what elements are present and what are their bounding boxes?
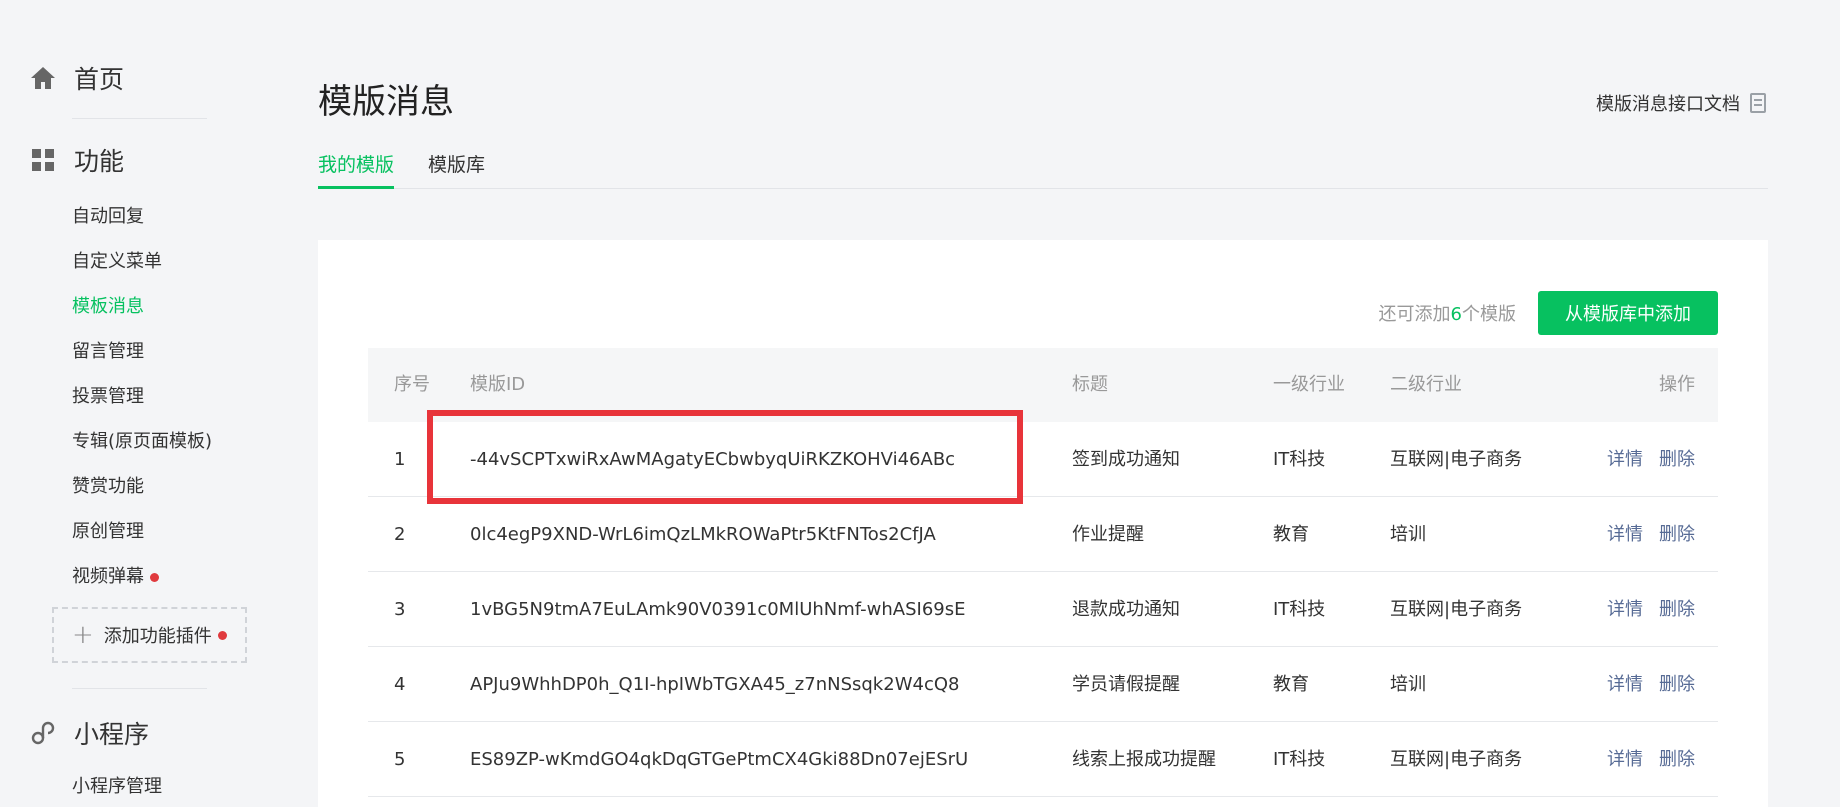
header-industry2: 二级行业 — [1390, 374, 1462, 395]
row-template-id: APJu9WhhDP0h_Q1I-hpIWbTGXA45_z7nNSsqk2W4… — [470, 674, 960, 695]
delete-link[interactable]: 删除 — [1659, 647, 1695, 722]
row-index: 1 — [394, 449, 406, 470]
sidebar-item-video-danmaku[interactable]: 视频弹幕 — [72, 562, 159, 588]
row-industry1: IT科技 — [1273, 599, 1326, 620]
row-template-id: ES89ZP-wKmdGO4qkDqGTGePtmCX4Gki88Dn07ejE… — [470, 749, 969, 770]
table-row: 2 0lc4egP9XND-WrL6imQzLMkROWaPtr5KtFNTos… — [368, 497, 1718, 572]
detail-link[interactable]: 详情 — [1607, 497, 1643, 572]
link-icon — [28, 720, 58, 746]
quota-count: 6 — [1450, 304, 1462, 325]
row-industry1: IT科技 — [1273, 749, 1326, 770]
row-industry2: 互联网|电子商务 — [1390, 599, 1523, 620]
grid-icon — [28, 149, 58, 171]
document-icon — [1750, 93, 1766, 113]
nav-miniprogram[interactable]: 小程序 — [28, 715, 149, 751]
header-template-id: 模版ID — [470, 374, 526, 395]
add-from-library-button[interactable]: 从模版库中添加 — [1538, 291, 1718, 335]
sidebar-item-reward[interactable]: 赞赏功能 — [72, 472, 144, 498]
home-icon — [28, 66, 58, 90]
row-template-id: 1vBG5N9tmA7EuLAmk90V0391c0MlUhNmf-whASI6… — [470, 599, 966, 620]
row-industry2: 互联网|电子商务 — [1390, 749, 1523, 770]
sidebar: 首页 功能 自动回复 自定义菜单 模板消息 留言管理 投票管理 专辑(原页面模板… — [0, 0, 270, 807]
row-industry2: 互联网|电子商务 — [1390, 449, 1523, 470]
quota-text: 还可添加6个模版 — [1379, 300, 1516, 326]
row-template-id: -44vSCPTxwiRxAwMAgatyECbwbyqUiRKZKOHVi46… — [470, 449, 956, 470]
row-industry1: 教育 — [1273, 524, 1309, 545]
row-industry2: 培训 — [1390, 524, 1426, 545]
delete-link[interactable]: 删除 — [1659, 722, 1695, 797]
quota-suffix: 个模版 — [1462, 304, 1516, 325]
table-row: 1 -44vSCPTxwiRxAwMAgatyECbwbyqUiRKZKOHVi… — [368, 422, 1718, 497]
doc-link[interactable]: 模版消息接口文档 — [1596, 90, 1766, 116]
sidebar-item-custom-menu[interactable]: 自定义菜单 — [72, 247, 162, 273]
row-title: 签到成功通知 — [1072, 449, 1180, 470]
nav-features-label: 功能 — [74, 147, 125, 176]
sidebar-item-auto-reply[interactable]: 自动回复 — [72, 202, 144, 228]
sidebar-item-original[interactable]: 原创管理 — [72, 517, 144, 543]
sidebar-item-template-message[interactable]: 模板消息 — [72, 292, 144, 318]
detail-link[interactable]: 详情 — [1607, 647, 1643, 722]
delete-link[interactable]: 删除 — [1659, 422, 1695, 497]
row-title: 作业提醒 — [1072, 524, 1144, 545]
add-plugin-label: 添加功能插件 — [103, 626, 212, 647]
detail-link[interactable]: 详情 — [1607, 422, 1643, 497]
nav-home[interactable]: 首页 — [28, 60, 124, 96]
table-row: 5 ES89ZP-wKmdGO4qkDqGTGePtmCX4Gki88Dn07e… — [368, 722, 1718, 797]
header-index: 序号 — [394, 374, 430, 395]
row-title: 退款成功通知 — [1072, 599, 1180, 620]
detail-link[interactable]: 详情 — [1607, 722, 1643, 797]
template-table: 序号 模版ID 标题 一级行业 二级行业 操作 1 -44vSCPTxwiRxA… — [368, 348, 1718, 797]
row-industry2: 培训 — [1390, 674, 1426, 695]
template-card: 还可添加6个模版 从模版库中添加 序号 模版ID 标题 一级行业 二级行业 操作… — [318, 240, 1768, 807]
nav-home-label: 首页 — [74, 65, 125, 94]
sidebar-item-video-danmaku-label: 视频弹幕 — [72, 566, 144, 587]
header-industry1: 一级行业 — [1273, 374, 1345, 395]
page-title: 模版消息 — [318, 82, 454, 122]
add-plugin-button[interactable]: + 添加功能插件 — [52, 607, 247, 663]
row-index: 5 — [394, 749, 406, 770]
quota-prefix: 还可添加 — [1378, 304, 1451, 325]
sidebar-item-comment-management[interactable]: 留言管理 — [72, 337, 144, 363]
header-title: 标题 — [1072, 374, 1108, 395]
delete-link[interactable]: 删除 — [1659, 497, 1695, 572]
row-title: 线索上报成功提醒 — [1072, 749, 1216, 770]
nav-features[interactable]: 功能 — [28, 142, 124, 178]
row-industry1: 教育 — [1273, 674, 1309, 695]
row-template-id: 0lc4egP9XND-WrL6imQzLMkROWaPtr5KtFNTos2C… — [470, 524, 936, 545]
row-industry1: IT科技 — [1273, 449, 1326, 470]
plus-icon: + — [72, 620, 94, 650]
row-index: 4 — [394, 674, 406, 695]
sidebar-item-vote-management[interactable]: 投票管理 — [72, 382, 144, 408]
row-title: 学员请假提醒 — [1072, 674, 1180, 695]
sidebar-divider — [72, 118, 207, 119]
row-index: 2 — [394, 524, 406, 545]
notification-dot — [217, 630, 227, 640]
row-index: 3 — [394, 599, 406, 620]
tab-template-library[interactable]: 模版库 — [428, 150, 485, 189]
sidebar-divider — [72, 688, 207, 689]
table-header: 序号 模版ID 标题 一级行业 二级行业 操作 — [368, 348, 1718, 422]
table-row: 3 1vBG5N9tmA7EuLAmk90V0391c0MlUhNmf-whAS… — [368, 572, 1718, 647]
nav-miniprogram-label: 小程序 — [74, 720, 150, 749]
detail-link[interactable]: 详情 — [1607, 572, 1643, 647]
notification-dot — [150, 572, 159, 582]
tab-bar: 我的模版 模版库 — [318, 140, 1768, 189]
sidebar-item-album[interactable]: 专辑(原页面模板) — [72, 427, 212, 453]
delete-link[interactable]: 删除 — [1659, 572, 1695, 647]
tab-my-templates[interactable]: 我的模版 — [318, 150, 395, 189]
table-row: 4 APJu9WhhDP0h_Q1I-hpIWbTGXA45_z7nNSsqk2… — [368, 647, 1718, 722]
doc-link-label: 模版消息接口文档 — [1596, 94, 1740, 115]
header-actions: 操作 — [1659, 374, 1695, 395]
sidebar-item-miniprogram-management[interactable]: 小程序管理 — [72, 772, 162, 798]
